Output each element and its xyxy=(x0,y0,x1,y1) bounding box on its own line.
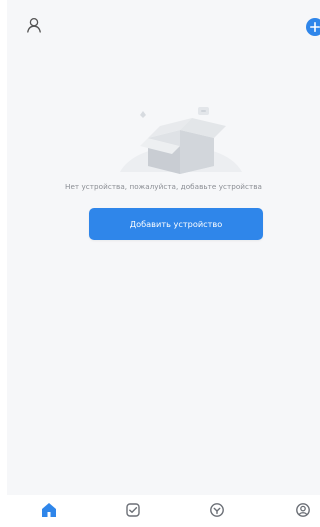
bottom-navigation xyxy=(7,495,320,527)
add-device-button[interactable]: Добавить устройство xyxy=(89,208,263,240)
top-bar xyxy=(7,0,320,54)
empty-box-illustration xyxy=(110,98,250,178)
home-screen: Нет устройства, пожалуйста, добавьте уст… xyxy=(7,0,320,527)
empty-state-message: Нет устройства, пожалуйста, добавьте уст… xyxy=(65,182,262,191)
home-icon[interactable] xyxy=(39,500,59,520)
smart-icon[interactable] xyxy=(207,500,227,520)
profile-icon[interactable] xyxy=(293,500,313,520)
scenes-icon[interactable] xyxy=(123,500,143,520)
add-device-plus-icon[interactable] xyxy=(306,18,320,36)
user-icon[interactable] xyxy=(25,16,43,34)
